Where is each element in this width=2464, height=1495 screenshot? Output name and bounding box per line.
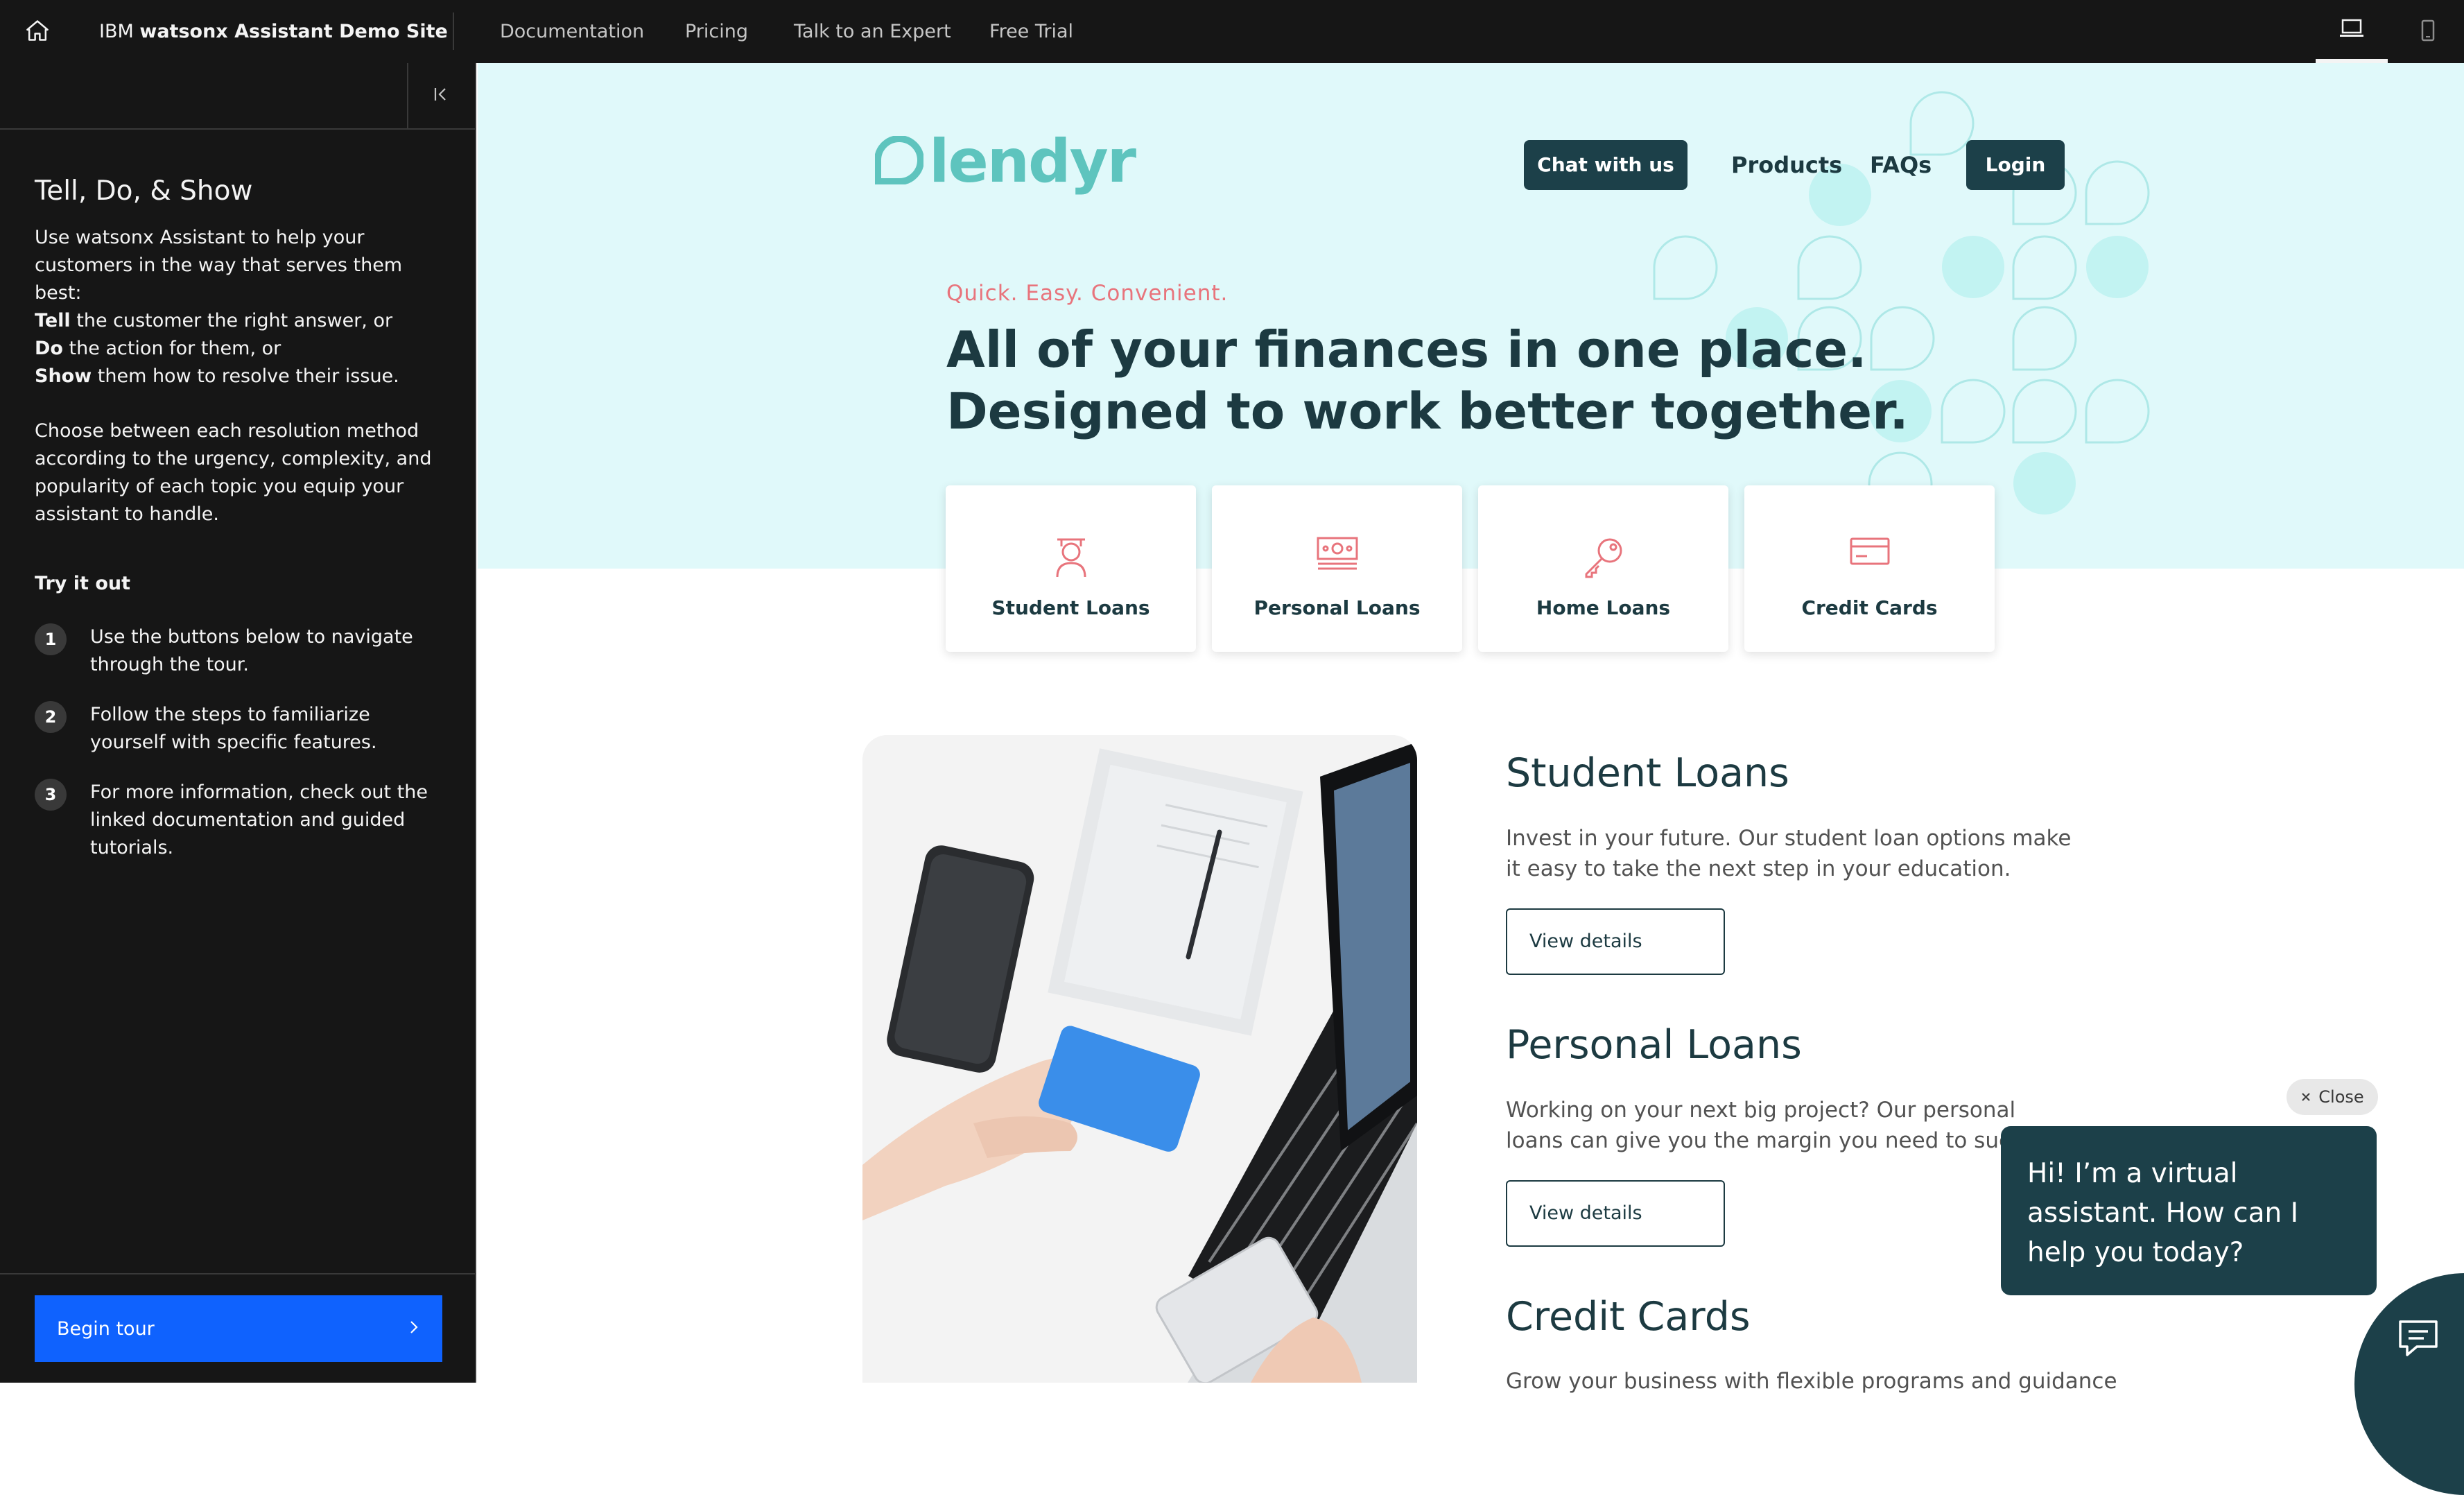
graduation-icon <box>946 535 1196 580</box>
mobile-icon <box>2420 19 2436 44</box>
step-number: 3 <box>35 779 67 811</box>
chat-icon <box>2396 1317 2440 1362</box>
top-bar: IBM watsonx Assistant Demo Site Document… <box>0 0 2464 63</box>
nav-talk-to-expert[interactable]: Talk to an Expert <box>794 0 951 63</box>
product-desc-student-loans: Invest in your future. Our student loan … <box>1506 826 2072 881</box>
step-text: Follow the steps to familiarize yourself… <box>90 704 377 753</box>
show-word: Show <box>35 365 92 387</box>
decorative-bubbles <box>1653 91 2150 517</box>
product-desc-credit-cards: Grow your business with flexible program… <box>1506 1369 2117 1394</box>
collapse-sidebar-button[interactable] <box>407 63 475 128</box>
faqs-link[interactable]: FAQs <box>1870 140 1932 190</box>
site-brand: IBM watsonx Assistant Demo Site <box>99 0 448 63</box>
product-title-credit-cards: Credit Cards <box>1506 1294 1751 1340</box>
chat-with-us-button[interactable]: Chat with us <box>1524 140 1688 190</box>
logo-text: lendyr <box>929 127 1136 196</box>
desktop-view-button[interactable] <box>2316 0 2388 63</box>
tell-word: Tell <box>35 310 71 331</box>
do-word: Do <box>35 338 63 359</box>
sidebar-choose-text: Choose between each resolution method ac… <box>35 420 432 525</box>
category-card-student-loans[interactable]: Student Loans <box>946 485 1196 652</box>
step-number: 2 <box>35 701 67 733</box>
category-card-home-loans[interactable]: Home Loans <box>1478 485 1728 652</box>
tell-text: the customer the right answer, or <box>70 310 393 331</box>
category-label: Credit Cards <box>1801 596 1938 619</box>
brand-name: watsonx Assistant Demo Site <box>139 21 448 42</box>
view-details-personal-loans-button[interactable]: View details <box>1506 1180 1725 1247</box>
step-number: 1 <box>35 623 67 655</box>
close-icon <box>2300 1087 2311 1107</box>
lendyr-logo[interactable]: lendyr <box>874 127 1136 196</box>
promo-image <box>862 735 1417 1383</box>
tour-sidebar: Tell, Do, & Show Use watsonx Assistant t… <box>0 63 476 1383</box>
headline-line-1: All of your finances in one place. <box>946 320 1867 379</box>
login-button[interactable]: Login <box>1966 140 2065 190</box>
cash-icon <box>1212 535 1462 571</box>
credit-card-icon <box>1744 535 1995 567</box>
category-card-personal-loans[interactable]: Personal Loans <box>1212 485 1462 652</box>
brand-prefix: IBM <box>99 21 140 42</box>
divider <box>453 12 454 50</box>
view-details-student-loans-button[interactable]: View details <box>1506 908 1725 975</box>
product-title-student-loans: Student Loans <box>1506 750 1789 796</box>
begin-tour-button[interactable]: Begin tour <box>35 1295 442 1362</box>
sidebar-intro: Use watsonx Assistant to help your custo… <box>35 227 403 304</box>
tell-do-show-list: Tell the customer the right answer, or D… <box>35 307 444 390</box>
category-label: Student Loans <box>991 596 1150 619</box>
step-text: Use the buttons below to navigate throug… <box>90 626 413 675</box>
begin-tour-label: Begin tour <box>57 1317 155 1340</box>
headline-line-2: Designed to work better together. <box>946 382 1909 440</box>
home-icon <box>25 18 50 46</box>
hero-tagline: Quick. Easy. Convenient. <box>946 281 1229 306</box>
sidebar-header <box>0 63 475 130</box>
step-text: For more information, check out the link… <box>90 781 428 858</box>
products-link[interactable]: Products <box>1731 140 1842 190</box>
do-text: the action for them, or <box>62 338 281 359</box>
hero-section <box>478 63 2464 569</box>
sidebar-title: Tell, Do, & Show <box>35 175 253 207</box>
nav-free-trial[interactable]: Free Trial <box>989 0 1073 63</box>
chat-close-button[interactable]: Close <box>2287 1079 2378 1115</box>
lendyr-logo-icon <box>874 135 924 187</box>
product-desc-personal-loans: Working on your next big project? Our pe… <box>1506 1098 2070 1153</box>
category-label: Personal Loans <box>1253 596 1421 619</box>
collapse-panel-icon <box>433 85 451 106</box>
show-text: them how to resolve their issue. <box>92 365 399 387</box>
chat-greeting-bubble[interactable]: Hi! I’m a virtual assistant. How can I h… <box>2001 1126 2377 1295</box>
chevron-right-icon <box>408 1318 420 1340</box>
category-card-credit-cards[interactable]: Credit Cards <box>1744 485 1995 652</box>
category-label: Home Loans <box>1536 596 1671 619</box>
chat-launcher-button[interactable] <box>2354 1273 2464 1495</box>
nav-documentation[interactable]: Documentation <box>500 0 644 63</box>
key-icon <box>1478 535 1728 578</box>
hero-headline: All of your finances in one place. Desig… <box>946 319 1909 442</box>
chat-close-label: Close <box>2318 1087 2364 1107</box>
home-button[interactable] <box>11 0 64 63</box>
mobile-view-button[interactable] <box>2392 0 2464 63</box>
laptop-icon <box>2339 18 2365 42</box>
product-title-personal-loans: Personal Loans <box>1506 1022 1802 1068</box>
nav-pricing[interactable]: Pricing <box>685 0 748 63</box>
try-it-out-heading: Try it out <box>35 573 131 594</box>
